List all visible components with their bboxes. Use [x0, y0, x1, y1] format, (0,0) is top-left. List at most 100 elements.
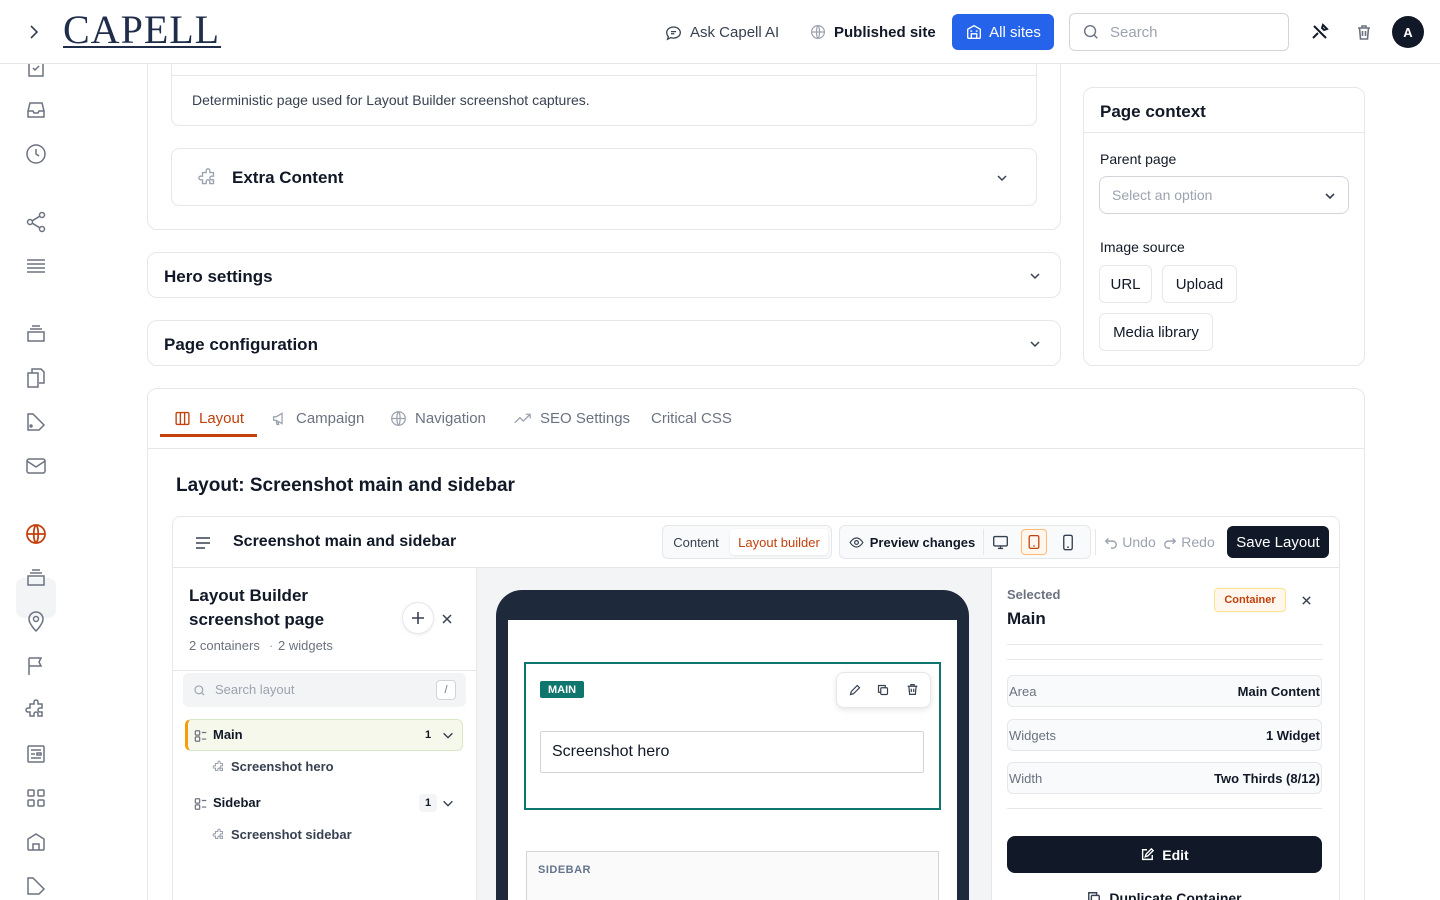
chevron-down-icon [1027, 268, 1043, 284]
duplicate-label: Duplicate Container [1109, 890, 1242, 900]
globe-active-icon[interactable] [24, 522, 48, 546]
published-site-link[interactable]: Published site [810, 20, 936, 44]
eye-icon [849, 535, 864, 550]
ask-ai-link[interactable]: Ask Capell AI [665, 20, 779, 44]
tree-widget-hero[interactable]: Screenshot hero [231, 759, 334, 774]
preview-changes-button[interactable]: Preview changes [845, 529, 979, 555]
globe-icon [390, 410, 407, 427]
redo-label: Redo [1181, 534, 1215, 550]
global-search-input[interactable]: Search [1069, 13, 1289, 51]
desktop-view-button[interactable] [989, 529, 1011, 555]
page-configuration-title: Page configuration [164, 335, 318, 354]
list-icon[interactable] [24, 254, 48, 278]
puzzle-icon[interactable] [24, 698, 48, 722]
menu-icon[interactable] [194, 534, 212, 552]
page-context-title: Page context [1100, 102, 1206, 121]
all-sites-button[interactable]: All sites [952, 14, 1054, 50]
save-layout-button[interactable]: Save Layout [1227, 526, 1329, 558]
chevron-down-icon [1322, 188, 1338, 204]
tab-navigation[interactable]: Navigation [390, 408, 486, 428]
newspaper-icon[interactable] [24, 742, 48, 766]
tree-widget-sidebar[interactable]: Screenshot sidebar [231, 827, 352, 842]
undo-button[interactable]: Undo [1101, 529, 1159, 555]
hero-widget-block[interactable]: Screenshot hero [540, 731, 924, 773]
divider [172, 75, 1036, 76]
chevron-down-icon [994, 170, 1010, 186]
globe-icon [810, 24, 826, 40]
flag-icon[interactable] [24, 654, 48, 678]
layers-icon[interactable] [24, 566, 48, 590]
tree-item-label: Main [213, 727, 243, 742]
trash-icon[interactable] [1354, 22, 1374, 42]
chevron-down-icon[interactable] [441, 796, 455, 810]
layout-search-placeholder: Search layout [215, 682, 295, 697]
prop-value: 1 Widget [1265, 727, 1320, 743]
swatch-icon[interactable] [24, 874, 48, 898]
search-placeholder: Search [1110, 23, 1158, 41]
tablet-view-button[interactable] [1021, 529, 1047, 555]
image-source-url-button[interactable]: URL [1099, 265, 1152, 303]
published-site-label: Published site [834, 23, 936, 41]
pencil-icon[interactable] [849, 684, 861, 696]
extra-content-accordion[interactable]: Extra Content [171, 148, 1037, 206]
grid-icon[interactable] [24, 786, 48, 810]
divider [1095, 529, 1096, 555]
edit-icon [1140, 847, 1155, 862]
image-source-upload-button[interactable]: Upload [1162, 265, 1237, 303]
hero-widget-label: Screenshot hero [552, 743, 670, 760]
duplicate-container-button[interactable]: Duplicate Container [1007, 888, 1322, 900]
delete-icon[interactable] [906, 683, 919, 696]
page-configuration-accordion[interactable]: Page configuration [147, 320, 1061, 366]
expand-sidebar-icon[interactable] [24, 22, 44, 42]
capell-logo[interactable]: CAPELL [63, 10, 220, 50]
tree-title: Layout Builder screenshot page [189, 586, 325, 629]
duplicate-icon [1087, 891, 1101, 900]
clock-icon[interactable] [24, 142, 48, 166]
mode-layout-builder-button[interactable]: Layout builder [730, 529, 828, 555]
containers-count: 2 containers [189, 638, 260, 653]
layout-heading: Layout: Screenshot main and sidebar [176, 475, 515, 496]
parent-page-select[interactable]: Select an option [1099, 176, 1349, 214]
layout-builder: Screenshot main and sidebar Content Layo… [172, 516, 1340, 900]
mode-content-button[interactable]: Content [667, 529, 725, 555]
redo-button[interactable]: Redo [1161, 529, 1217, 555]
user-avatar[interactable]: A [1392, 16, 1424, 48]
top-bar: CAPELL Ask Capell AI Published site All … [0, 0, 1440, 64]
palette-icon[interactable] [24, 410, 48, 434]
prop-value: Two Thirds (8/12) [1214, 770, 1320, 786]
selected-name: Main [1007, 609, 1046, 628]
chevron-down-icon[interactable] [441, 728, 455, 742]
undo-label: Undo [1122, 534, 1156, 550]
tab-label: SEO Settings [540, 409, 631, 427]
close-inspector-icon[interactable] [1301, 595, 1312, 606]
image-source-media-library-button[interactable]: Media library [1099, 313, 1213, 351]
puzzle-icon [212, 828, 226, 842]
tree-item-sidebar[interactable]: Sidebar [213, 795, 261, 810]
desktop-icon [992, 534, 1009, 551]
tools-icon[interactable] [1310, 22, 1330, 42]
sidebar-container-block[interactable]: SIDEBAR [526, 851, 939, 900]
share-icon[interactable] [24, 210, 48, 234]
tab-critical-css[interactable]: Critical CSS [651, 408, 732, 428]
chat-icon [665, 24, 682, 41]
prop-width: Width Two Thirds (8/12) [1007, 762, 1322, 794]
layout-search-input[interactable]: Search layout / [183, 673, 466, 707]
tab-campaign[interactable]: Campaign [271, 408, 364, 428]
hero-settings-accordion[interactable]: Hero settings [147, 252, 1061, 298]
tab-layout[interactable]: Layout [174, 408, 244, 428]
inbox-icon[interactable] [24, 98, 48, 122]
page-context-panel: Page context Parent page Select an optio… [1083, 87, 1365, 366]
stack-icon[interactable] [24, 322, 48, 346]
add-container-button[interactable] [402, 602, 434, 634]
redo-icon [1163, 535, 1177, 549]
store-icon[interactable] [24, 830, 48, 854]
tab-seo-settings[interactable]: SEO Settings [513, 408, 630, 428]
edit-container-button[interactable]: Edit [1007, 836, 1322, 873]
map-pin-icon[interactable] [24, 610, 48, 634]
close-panel-icon[interactable] [441, 613, 453, 625]
documents-icon[interactable] [24, 366, 48, 390]
duplicate-icon[interactable] [877, 684, 889, 696]
builder-title: Screenshot main and sidebar [233, 533, 457, 550]
mail-icon[interactable] [24, 454, 48, 478]
mobile-view-button[interactable] [1057, 529, 1079, 555]
